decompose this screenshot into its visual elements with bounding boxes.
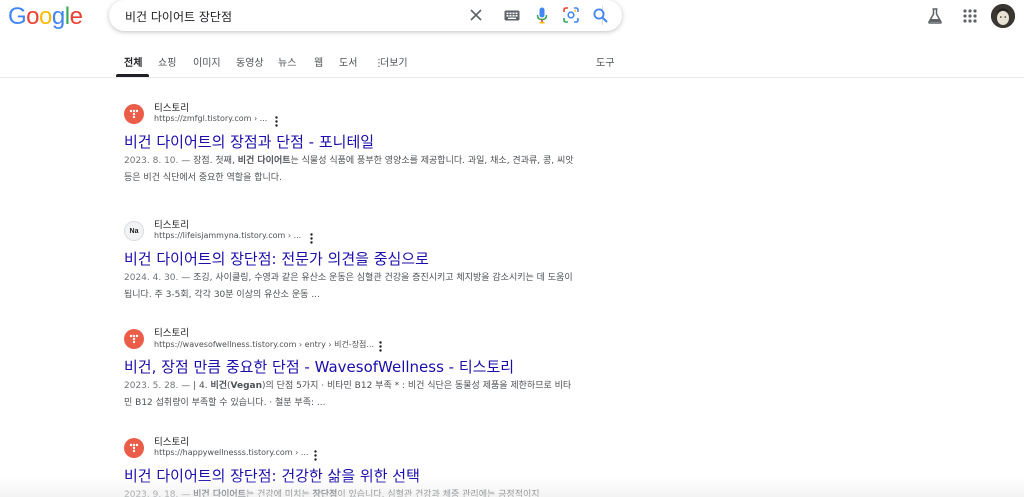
more-options-icon[interactable] <box>375 339 385 353</box>
logo-letter: G <box>8 3 27 30</box>
tab-videos[interactable]: 동영상 <box>236 54 264 69</box>
result-date: 2023. 5. 28. <box>124 381 179 391</box>
result-url[interactable]: https://wavesofwellness.tistory.com › en… <box>154 339 374 350</box>
more-options-icon[interactable] <box>271 114 281 128</box>
active-tab-indicator <box>116 74 149 77</box>
tab-news[interactable]: 뉴스 <box>278 54 296 69</box>
labs-flask-icon[interactable] <box>925 6 945 26</box>
tistory-favicon-icon <box>124 329 144 349</box>
tools-button[interactable]: 도구 <box>596 54 614 69</box>
result-url[interactable]: https://happywellnesss.tistory.com › ... <box>154 448 308 457</box>
result-site-name[interactable]: 티스토리 <box>154 100 189 114</box>
apps-grid-icon[interactable] <box>960 6 980 26</box>
result-url[interactable]: https://lifeisjammyna.tistory.com › ... <box>154 231 301 240</box>
result-snippet: 2023. 8. 10. — 장점. 첫째, 비건 다이어트는 식물성 식품에 … <box>124 153 576 187</box>
logo-letter: g <box>51 3 65 30</box>
tab-all[interactable]: 전체 <box>124 54 142 69</box>
google-logo[interactable]: Google <box>8 3 83 30</box>
result-date: 2024. 4. 30. <box>124 273 179 283</box>
keyboard-icon[interactable] <box>502 5 522 25</box>
result-snippet: 2023. 5. 28. — | 4. 비건(Vegan)의 단점 5가지 · … <box>124 378 576 412</box>
tab-more-label: 더보기 <box>380 58 408 69</box>
search-icon[interactable] <box>590 5 610 25</box>
result-date: 2023. 8. 10. <box>124 156 179 166</box>
microphone-icon[interactable] <box>532 5 552 25</box>
tistory-favicon-icon <box>124 438 144 458</box>
close-icon[interactable] <box>466 5 486 25</box>
lens-icon[interactable] <box>561 5 581 25</box>
tistory-favicon-icon <box>124 104 144 124</box>
result-snippet-text: — 장점. 첫째, 비건 다이어트는 식물성 식품에 풍부한 영양소를 제공합니… <box>124 156 574 183</box>
search-tabs: 전체 쇼핑 이미지 동영상 뉴스 웹 도서 ⋮더보기 도구 <box>0 48 1024 78</box>
search-input[interactable]: 비건 다이어트 장단점 <box>125 8 232 25</box>
result-url[interactable]: https://zmfgl.tistory.com › ... <box>154 114 267 123</box>
more-options-icon[interactable] <box>306 231 316 245</box>
search-box[interactable]: 비건 다이어트 장단점 <box>109 0 622 31</box>
result-site-name[interactable]: 티스토리 <box>154 217 189 231</box>
result-title-link[interactable]: 비건 다이어트의 장단점: 건강한 삶을 위한 선택 <box>124 465 420 486</box>
site-favicon-icon: Na <box>124 221 144 241</box>
tab-more[interactable]: ⋮더보기 <box>374 54 408 69</box>
tab-images[interactable]: 이미지 <box>193 54 221 69</box>
result-title-link[interactable]: 비건 다이어트의 장단점: 전문가 의견을 중심으로 <box>124 248 429 269</box>
result-snippet: 2024. 4. 30. — 조깅, 사이클링, 수영과 같은 유산소 운동은 … <box>124 270 576 304</box>
result-title-link[interactable]: 비건 다이어트의 장점과 단점 - 포니테일 <box>124 131 374 152</box>
tab-books[interactable]: 도서 <box>339 54 357 69</box>
logo-letter: o <box>26 3 40 30</box>
result-date: 2023. 9. 18. <box>124 490 179 497</box>
tab-shopping[interactable]: 쇼핑 <box>158 54 176 69</box>
result-title-link[interactable]: 비건, 장점 만큼 중요한 단점 - WavesofWellness - 티스토… <box>124 356 514 377</box>
result-snippet: 2023. 9. 18. — 비건 다이어트는 건강에 미치는 장단점이 있습니… <box>124 487 576 497</box>
result-snippet-text: — 비건 다이어트는 건강에 미치는 장단점이 있습니다. 심혈관 건강과 체중… <box>178 490 540 497</box>
result-site-name[interactable]: 티스토리 <box>154 434 189 448</box>
logo-letter: e <box>69 3 83 30</box>
more-options-icon[interactable] <box>310 448 320 462</box>
tab-web[interactable]: 웹 <box>314 54 323 69</box>
result-site-name[interactable]: 티스토리 <box>154 325 189 339</box>
logo-letter: o <box>39 3 52 30</box>
result-snippet-text: — 조깅, 사이클링, 수영과 같은 유산소 운동은 심혈관 건강을 증진시키고… <box>124 273 573 300</box>
result-snippet-text: — | 4. 비건(Vegan)의 단점 5가지 · 비타민 B12 부족 * … <box>124 381 572 408</box>
avatar[interactable] <box>991 4 1015 28</box>
